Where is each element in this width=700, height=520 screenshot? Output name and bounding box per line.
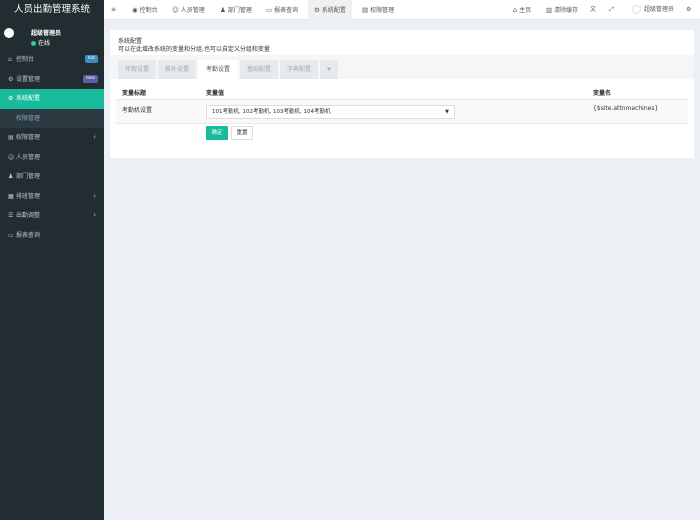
- tab-permissions[interactable]: ▤ 权限管理: [362, 0, 394, 20]
- sidebar-item-staff[interactable]: ☺ 人员管理: [0, 148, 104, 168]
- header-variable-title: 变量标题: [122, 90, 147, 97]
- tab-annual-leave[interactable]: 年假设置: [118, 60, 156, 79]
- tab-staff[interactable]: ☺ 人员管理: [172, 0, 205, 20]
- report-icon: ▭: [8, 231, 14, 239]
- tab-label: 控制台: [139, 7, 158, 14]
- sidebar-item-label: 人员管理: [16, 153, 41, 161]
- tab-label: 部门管理: [227, 7, 252, 14]
- tab-label: 系统配置: [321, 7, 346, 14]
- tab-departments[interactable]: ♟ 部门管理: [220, 0, 252, 20]
- user-icon: ☺: [172, 6, 179, 14]
- tab-system-config[interactable]: ⚙ 系统配置: [308, 0, 352, 20]
- tab-label: 报表查询: [274, 7, 299, 14]
- top-navbar: ≡ ◉ 控制台 ☺ 人员管理 ♟ 部门管理 ▭ 报表查询 ⚙ 系统配置 ▤ 权限管理 ⌂ 主页…: [104, 0, 700, 20]
- sidebar-item-system-config[interactable]: ⚙ 系统配置: [0, 89, 104, 109]
- settings-gear-icon[interactable]: ⚙: [686, 0, 691, 20]
- hot-badge: hot: [84, 55, 98, 63]
- select-value: 101考勤机, 102考勤机, 103考勤机, 104考勤机: [212, 109, 331, 115]
- caret-down-icon: ▼: [445, 109, 449, 115]
- header-variable-value: 变量值: [206, 90, 225, 97]
- user-status-text: 在线: [38, 40, 51, 47]
- sidebar-item-reports[interactable]: ▭ 报表查询: [0, 226, 104, 246]
- header-variable-name: 变量名: [593, 90, 612, 97]
- row-variable-name: {$site.attnmachines}: [593, 105, 659, 112]
- tab-attendance[interactable]: 考勤设置: [198, 60, 238, 79]
- chevron-left-icon: ‹: [93, 211, 96, 219]
- user-status: 在线: [31, 38, 50, 47]
- user-icon: ☺: [8, 153, 15, 161]
- sidebar-item-label: 排班管理: [16, 192, 41, 200]
- admin-name[interactable]: 超级管理员: [644, 0, 674, 20]
- sidebar-item-label: 设置管理: [16, 75, 41, 83]
- group-icon: ▤: [362, 6, 369, 14]
- report-icon: ▭: [266, 6, 273, 14]
- group-icon: ▤: [8, 134, 14, 141]
- user-panel: 超级管理员 在线: [0, 20, 104, 50]
- confirm-button[interactable]: 确定: [206, 126, 228, 140]
- clear-cache-button[interactable]: ▥ 清除缓存: [546, 0, 578, 20]
- new-badge: new: [82, 74, 98, 83]
- gear-icon: ⚙: [314, 6, 320, 14]
- sidebar-menu: ⌂ 控制台 hot ⚙ 设置管理 new ⚙ 系统配置 权限管理 ▤ 权限管理 ‹ ☺ 人员管理…: [0, 50, 104, 245]
- language-icon[interactable]: 文: [590, 0, 596, 20]
- sidebar-item-label: 系统配置: [16, 95, 41, 102]
- fullscreen-icon[interactable]: ⤢: [609, 0, 614, 20]
- users-icon: ♟: [220, 6, 226, 14]
- tab-dictionary[interactable]: 字典配置: [280, 60, 318, 79]
- config-panel: 系统配置 可以在此增改系统的变量和分组,也可以自定义分组和变量 年假设置 餐补设…: [110, 30, 694, 158]
- menu-toggle-icon[interactable]: ≡: [111, 0, 116, 20]
- sidebar-item-label: 权限管理: [16, 134, 41, 141]
- sidebar-item-scheduling[interactable]: ▦ 排班管理 ‹: [0, 187, 104, 207]
- tab-dashboard[interactable]: ◉ 控制台: [132, 0, 158, 20]
- sidebar-item-dashboard[interactable]: ⌂ 控制台 hot: [0, 50, 104, 70]
- sidebar-item-label: 报表查询: [16, 231, 41, 239]
- home-link[interactable]: ⌂ 主页: [513, 0, 531, 20]
- tab-label: 人员管理: [180, 7, 205, 14]
- user-name: 超级管理员: [31, 30, 62, 37]
- gear-icon: ⚙: [8, 95, 14, 102]
- tab-meal-allowance[interactable]: 餐补设置: [158, 60, 196, 79]
- sidebar-item-permissions[interactable]: ▤ 权限管理 ‹: [0, 128, 104, 148]
- tab-reports[interactable]: ▭ 报表查询: [266, 0, 298, 20]
- reset-button[interactable]: 重置: [231, 126, 253, 140]
- tab-basic-config[interactable]: 基础配置: [240, 60, 278, 79]
- online-dot-icon: [31, 40, 36, 46]
- home-label: 主页: [519, 7, 532, 14]
- row-title: 考勤机设置: [122, 107, 153, 114]
- sidebar-item-departments[interactable]: ♟ 部门管理: [0, 167, 104, 187]
- attendance-machine-select[interactable]: 101考勤机, 102考勤机, 103考勤机, 104考勤机 ▼: [206, 105, 455, 119]
- config-tabs: 年假设置 餐补设置 考勤设置 基础配置 字典配置 +: [110, 55, 694, 79]
- sidebar-item-label: 控制台: [16, 56, 35, 63]
- row-divider: [116, 123, 688, 124]
- clear-cache-label: 清除缓存: [554, 7, 579, 14]
- users-icon: ♟: [8, 173, 14, 180]
- sidebar-item-permissions-sub[interactable]: 权限管理: [0, 108, 104, 128]
- sidebar-item-label: 部门管理: [16, 173, 41, 180]
- home-icon: ⌂: [513, 6, 518, 14]
- trash-icon: ▥: [546, 6, 553, 14]
- tab-label: 权限管理: [370, 7, 395, 14]
- calendar-icon: ▦: [8, 192, 14, 200]
- sidebar: 人员出勤管理系统 超级管理员 在线 ⌂ 控制台 hot ⚙ 设置管理 new ⚙ 系统配置…: [0, 0, 104, 520]
- dashboard-icon: ⌂: [8, 56, 12, 63]
- chevron-left-icon: ‹: [93, 191, 96, 200]
- user-avatar: [4, 28, 14, 38]
- gears-icon: ⚙: [8, 75, 14, 83]
- chevron-left-icon: ‹: [93, 133, 96, 141]
- sidebar-item-label: 出勤调整: [16, 212, 41, 219]
- add-tab-button[interactable]: +: [320, 60, 338, 79]
- dashboard-icon: ◉: [132, 6, 138, 14]
- app-logo-title[interactable]: 人员出勤管理系统: [0, 0, 104, 20]
- sidebar-item-label: 权限管理: [16, 114, 41, 122]
- sidebar-item-attendance-adjust[interactable]: ☰ 出勤调整 ‹: [0, 206, 104, 226]
- panel-description: 可以在此增改系统的变量和分组,也可以自定义分组和变量: [118, 46, 270, 53]
- sidebar-item-settings[interactable]: ⚙ 设置管理 new: [0, 70, 104, 90]
- list-icon: ☰: [8, 212, 14, 219]
